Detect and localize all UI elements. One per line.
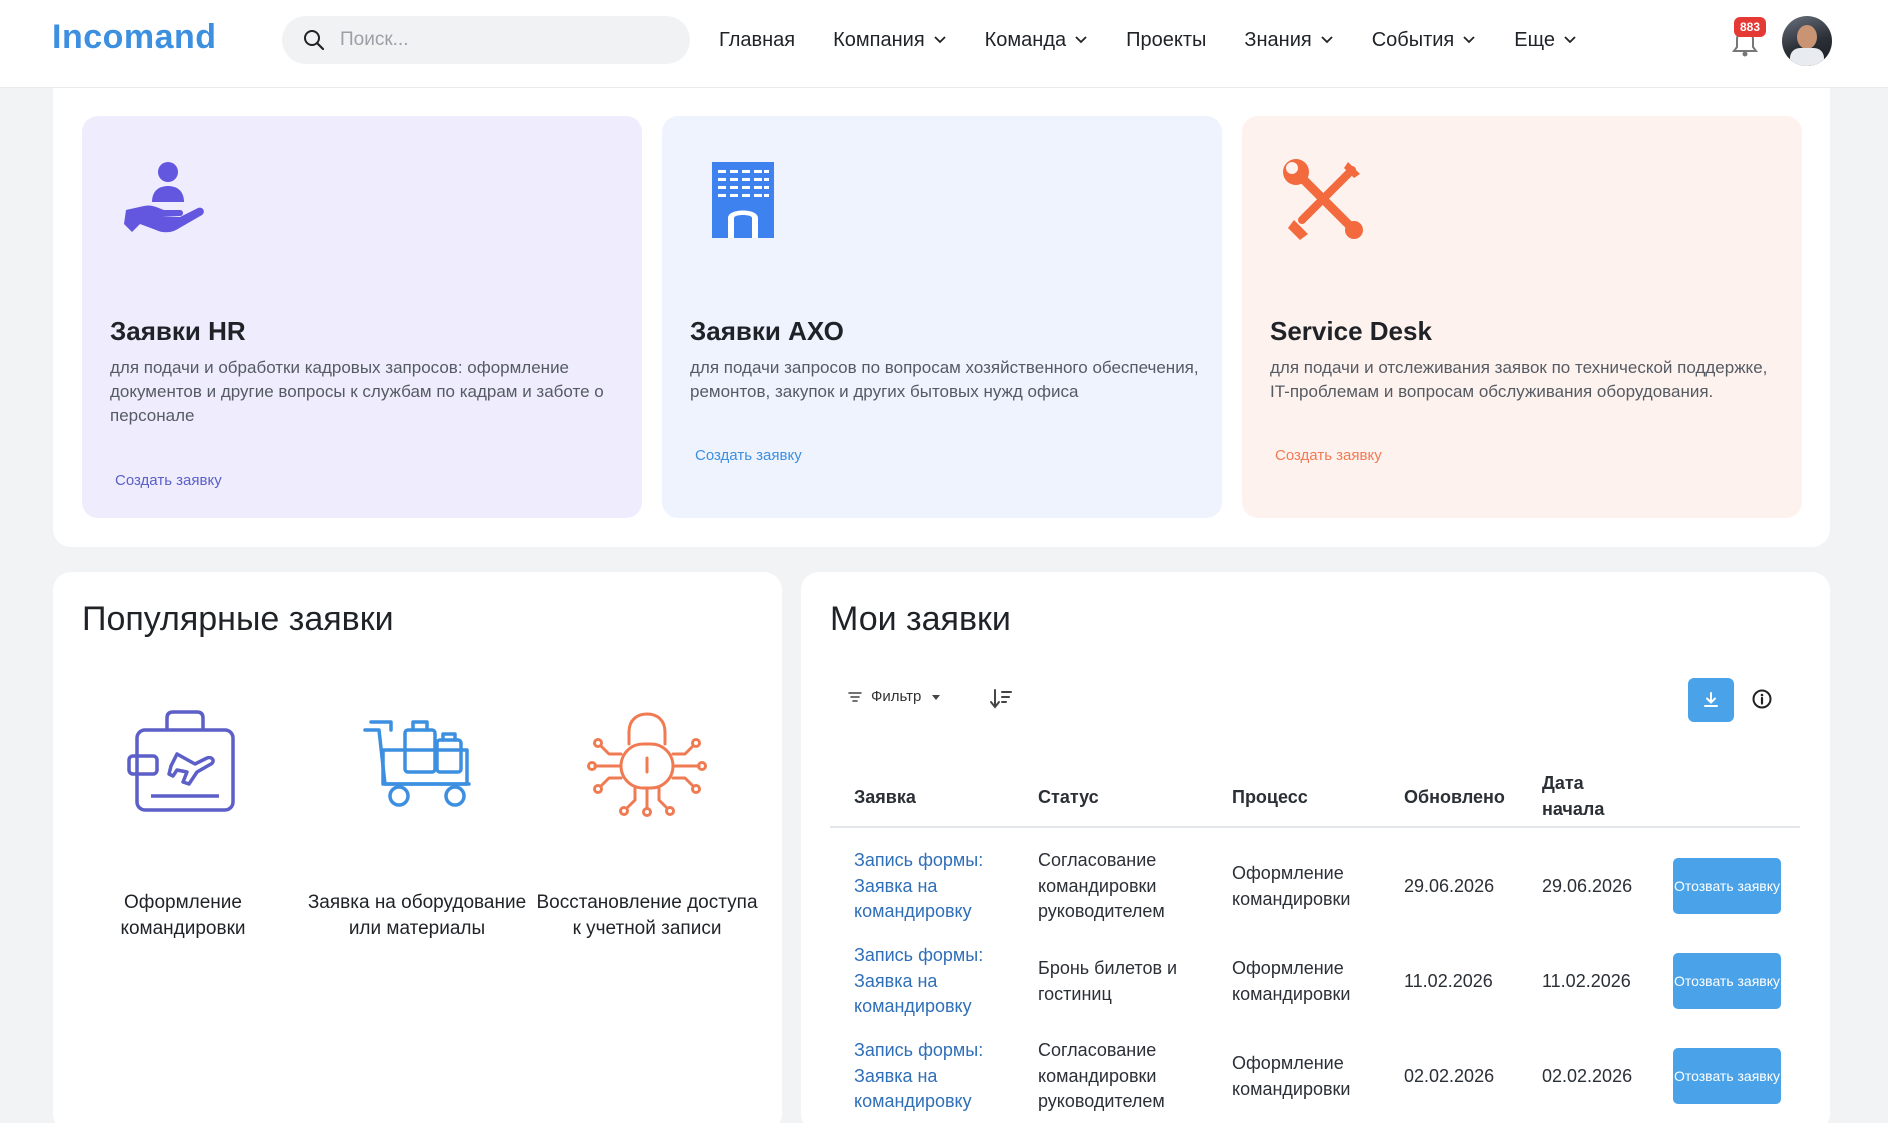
suitcase-plane-icon [127, 710, 235, 812]
nav-home[interactable]: Главная [700, 29, 814, 52]
section-title: Мои заявки [830, 600, 1011, 638]
nav-team-label: Команда [984, 28, 1067, 51]
start-date-cell: 11.02.2026 [1542, 971, 1631, 991]
card-description: для подачи и отслеживания заявок по техн… [1270, 358, 1768, 401]
nav-company-label: Компания [833, 28, 925, 51]
nav-team[interactable]: Команда [966, 29, 1107, 52]
nav-knowledge-label: Знания [1244, 28, 1312, 51]
popular-item-equipment[interactable]: Заявка на оборудование или материалы [303, 700, 531, 942]
card-title: Заявки HR [110, 316, 246, 346]
card-title: Service Desk [1270, 316, 1432, 346]
filter-icon [848, 691, 862, 702]
popular-item-label: Восстановление доступа к учетной записи [536, 892, 758, 939]
table-row: Запись формы: Заявка на командировку Сог… [830, 846, 1800, 941]
hand-person-icon [124, 162, 204, 233]
popular-item-label: Оформление командировки [120, 892, 246, 939]
nav-home-label: Главная [719, 28, 796, 51]
main-nav: Главная Компания Команда Проекты Знания … [700, 0, 1596, 80]
card-description: для подачи и обработки кадровых запросов… [110, 358, 604, 425]
tools-icon [1283, 159, 1363, 240]
nav-projects-label: Проекты [1126, 28, 1207, 51]
app-logo[interactable]: Incomand [52, 18, 217, 57]
column-header-start-date[interactable]: Дата начала [1542, 770, 1612, 822]
create-request-link[interactable]: Создать заявку [115, 472, 222, 489]
building-icon [712, 162, 774, 238]
chevron-down-icon [934, 36, 946, 44]
chevron-down-icon [1463, 36, 1475, 44]
nav-company[interactable]: Компания [814, 29, 966, 52]
chevron-down-icon [1075, 36, 1087, 44]
nav-projects[interactable]: Проекты [1107, 29, 1225, 52]
create-request-link[interactable]: Создать заявку [695, 447, 802, 464]
create-request-link[interactable]: Создать заявку [1275, 447, 1382, 464]
download-button[interactable] [1688, 678, 1734, 722]
my-requests-panel: Мои заявки Фильтр Заявка Статус Процесс … [801, 572, 1830, 1123]
filter-label: Фильтр [871, 688, 922, 705]
popular-requests-panel: Популярные заявки Оформление командировк… [53, 572, 782, 1123]
digital-lock-icon [587, 712, 707, 817]
start-date-cell: 29.06.2026 [1542, 876, 1633, 896]
sort-icon[interactable] [989, 686, 1015, 712]
popular-item-account-access[interactable]: Восстановление доступа к учетной записи [533, 700, 761, 942]
nav-events[interactable]: События [1353, 29, 1496, 52]
updated-cell: 29.06.2026 [1404, 876, 1495, 896]
start-date-cell: 02.02.2026 [1542, 1066, 1633, 1086]
revoke-request-button[interactable]: Отозвать заявку [1673, 953, 1781, 1009]
nav-knowledge[interactable]: Знания [1225, 29, 1352, 52]
nav-more-label: Еще [1514, 28, 1555, 51]
request-link[interactable]: Запись формы: Заявка на командировку [854, 943, 1004, 1020]
updated-cell: 11.02.2026 [1404, 971, 1493, 991]
table-row: Запись формы: Заявка на командировку Бро… [830, 941, 1800, 1036]
card-hr[interactable]: Заявки HR для подачи и обработки кадровы… [82, 116, 642, 518]
section-title: Популярные заявки [82, 600, 394, 638]
status-cell: Бронь билетов и гостиниц [1038, 958, 1178, 1004]
search-box[interactable] [282, 16, 690, 64]
popular-item-business-trip[interactable]: Оформление командировки [69, 700, 297, 942]
top-header: Incomand Главная Компания Команда Проект… [0, 0, 1888, 88]
request-categories-panel: Заявки HR для подачи и обработки кадровы… [53, 88, 1830, 547]
table-row: Запись формы: Заявка на командировку Сог… [830, 1036, 1800, 1123]
column-header-request[interactable]: Заявка [854, 784, 916, 810]
revoke-request-button[interactable]: Отозвать заявку [1673, 858, 1781, 914]
process-cell: Оформление командировки [1232, 1053, 1351, 1099]
search-icon [304, 30, 325, 51]
status-cell: Согласование командировки руководителем [1038, 1040, 1165, 1111]
chevron-down-icon [1321, 36, 1333, 44]
revoke-request-button[interactable]: Отозвать заявку [1673, 1048, 1781, 1104]
card-service-desk[interactable]: Service Desk для подачи и отслеживания з… [1242, 116, 1802, 518]
caret-down-icon [932, 694, 941, 700]
process-cell: Оформление командировки [1232, 958, 1351, 1004]
nav-more[interactable]: Еще [1495, 29, 1596, 52]
luggage-cart-icon [363, 720, 471, 807]
card-description: для подачи запросов по вопросам хозяйств… [690, 358, 1199, 401]
info-icon[interactable] [1751, 688, 1773, 710]
nav-events-label: События [1371, 28, 1455, 51]
card-axo[interactable]: Заявки АХО для подачи запросов по вопрос… [662, 116, 1222, 518]
column-header-updated[interactable]: Обновлено [1404, 784, 1505, 810]
chevron-down-icon [1564, 36, 1576, 44]
download-icon [1704, 692, 1718, 707]
table-header: Заявка Статус Процесс Обновлено Дата нач… [830, 768, 1800, 828]
search-input[interactable] [340, 29, 670, 51]
notification-badge: 883 [1734, 17, 1767, 37]
status-cell: Согласование командировки руководителем [1038, 850, 1165, 921]
process-cell: Оформление командировки [1232, 863, 1351, 909]
request-link[interactable]: Запись формы: Заявка на командировку [854, 848, 1004, 925]
popular-item-label: Заявка на оборудование или материалы [307, 892, 527, 939]
column-header-process[interactable]: Процесс [1232, 784, 1308, 810]
card-title: Заявки АХО [690, 316, 844, 346]
updated-cell: 02.02.2026 [1404, 1066, 1495, 1086]
column-header-status[interactable]: Статус [1038, 784, 1099, 810]
request-link[interactable]: Запись формы: Заявка на командировку [854, 1038, 1004, 1115]
user-avatar[interactable] [1782, 16, 1832, 66]
filter-dropdown[interactable]: Фильтр [847, 688, 949, 705]
